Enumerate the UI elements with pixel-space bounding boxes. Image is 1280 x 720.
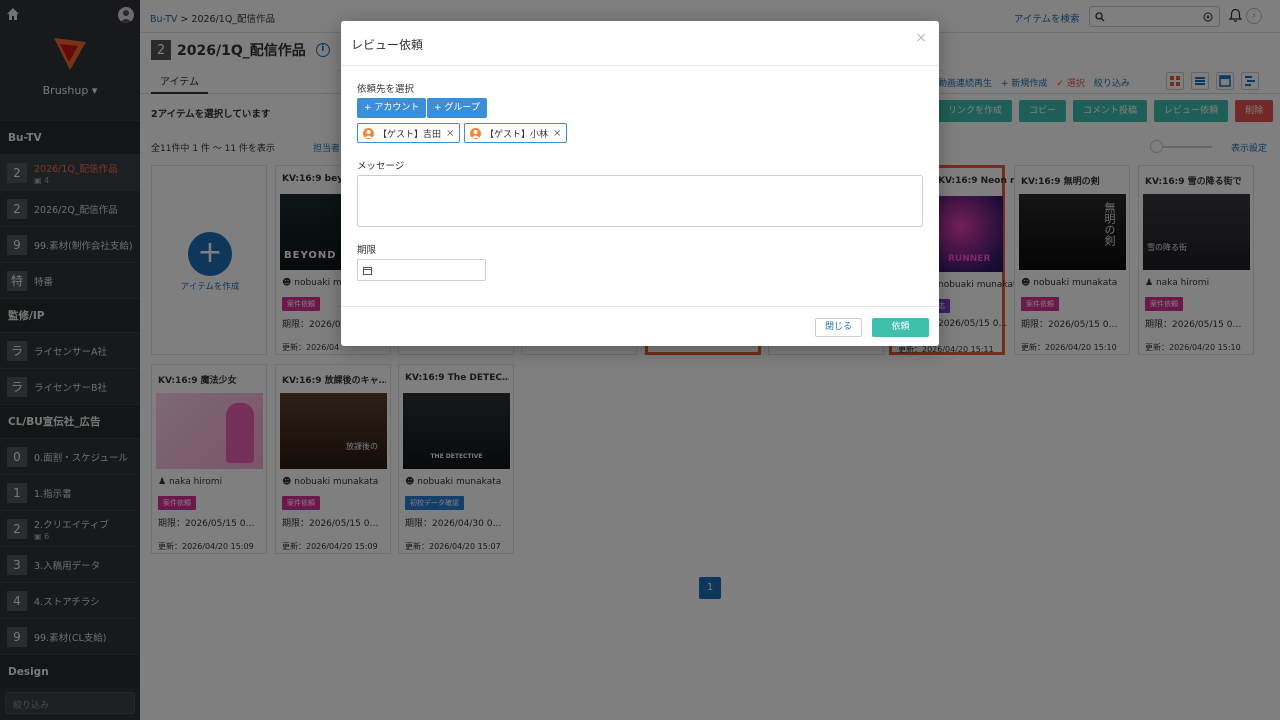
add-account-button[interactable]: + アカウント: [357, 98, 427, 118]
recipient-chip: 【ゲスト】吉田 ×: [357, 123, 461, 143]
modal-title: レビュー依頼: [351, 38, 424, 52]
close-button[interactable]: 閉じる: [815, 318, 863, 337]
calendar-icon: [363, 267, 372, 275]
modal-header: レビュー依頼 ×: [341, 21, 939, 66]
guest-user-icon: [363, 127, 374, 139]
remove-chip-icon[interactable]: ×: [446, 128, 454, 139]
guest-user-icon: [470, 127, 481, 139]
recipient-chip-label: 【ゲスト】小林: [485, 129, 549, 140]
recipient-chip: 【ゲスト】小林 ×: [464, 123, 568, 143]
message-textarea[interactable]: [357, 175, 923, 227]
select-recipient-label: 依頼先を選択: [357, 84, 415, 95]
message-label: メッセージ: [357, 161, 405, 172]
recipient-chip-label: 【ゲスト】吉田: [378, 129, 442, 140]
add-group-button[interactable]: + グループ: [427, 98, 487, 118]
deadline-label: 期限: [357, 245, 377, 256]
modal-footer: 閉じる 依頼: [341, 306, 939, 346]
submit-request-button[interactable]: 依頼: [872, 318, 929, 337]
deadline-date-input[interactable]: [357, 259, 486, 281]
review-request-modal: レビュー依頼 × 依頼先を選択 + アカウント + グループ 【ゲスト】吉田 ×…: [341, 21, 939, 346]
remove-chip-icon[interactable]: ×: [553, 128, 561, 139]
close-icon[interactable]: ×: [915, 30, 927, 46]
